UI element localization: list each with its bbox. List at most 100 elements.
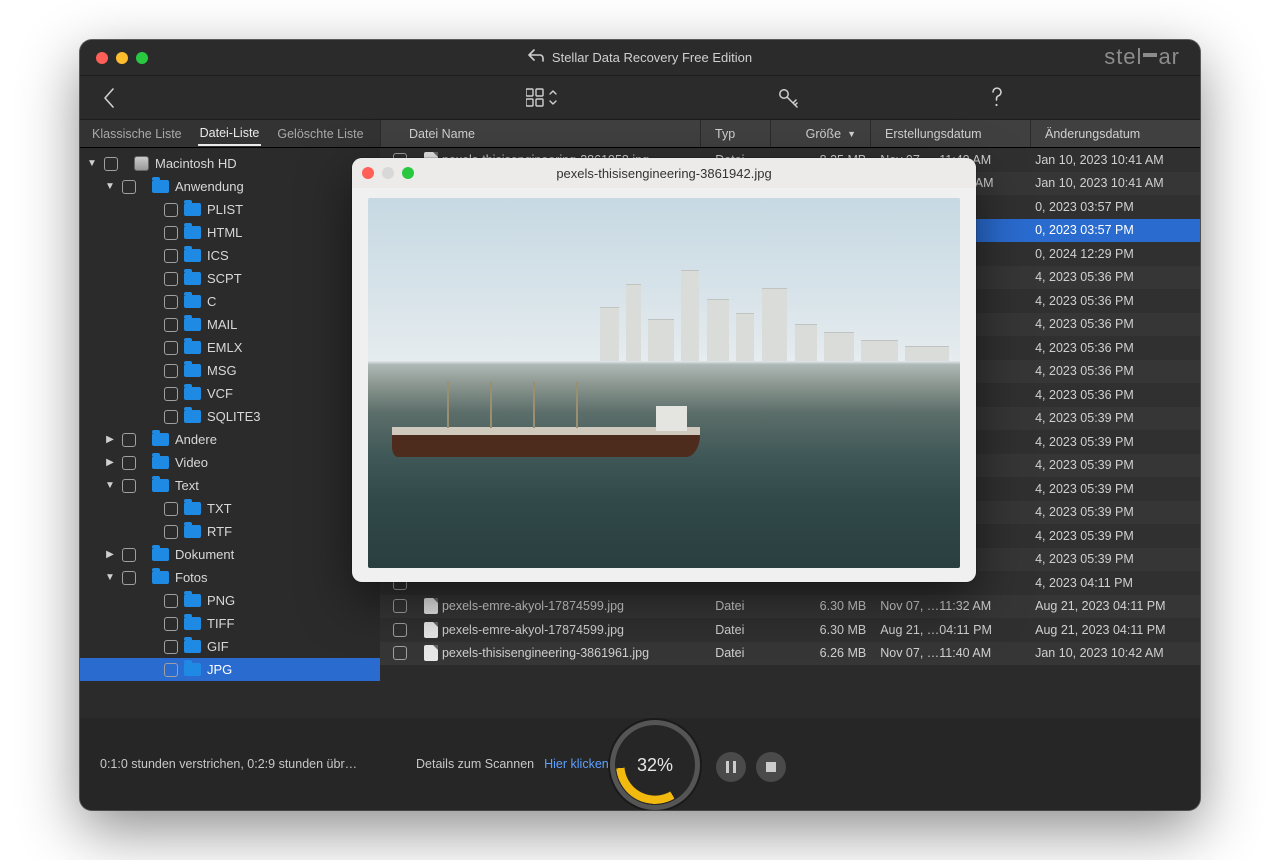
folder-icon [184,203,201,216]
column-header-type[interactable]: Typ [700,120,770,147]
scan-details: Details zum Scannen Hier klicken [416,757,609,771]
tree-checkbox[interactable] [122,571,136,585]
file-icon [424,598,438,614]
tree-checkbox[interactable] [164,272,178,286]
chevron-down-icon[interactable]: ▼ [104,181,116,192]
tree-node[interactable]: ▼Fotos [80,566,380,589]
column-header-modified[interactable]: Änderungsdatum [1030,120,1200,147]
tree-node[interactable]: PNG [80,589,380,612]
chevron-down-icon[interactable]: ▼ [104,480,116,491]
stop-scan-button[interactable] [756,752,786,782]
tree-node[interactable]: EMLX [80,336,380,359]
help-button[interactable] [990,87,1004,109]
tree-node[interactable]: MAIL [80,313,380,336]
tree-checkbox[interactable] [164,249,178,263]
file-modified-cell: 4, 2023 04:11 PM [1035,576,1200,590]
tree-checkbox[interactable] [164,617,178,631]
tree-checkbox[interactable] [104,157,118,171]
minimize-window-button[interactable] [116,52,128,64]
tree-checkbox[interactable] [164,387,178,401]
tree-checkbox[interactable] [122,548,136,562]
tree-checkbox[interactable] [164,502,178,516]
file-row[interactable]: pexels-emre-akyol-17874599.jpgDatei6.30 … [380,595,1200,619]
tree-node[interactable]: ICS [80,244,380,267]
pause-scan-button[interactable] [716,752,746,782]
chevron-right-icon[interactable]: ▶ [104,434,116,445]
tree-checkbox[interactable] [122,479,136,493]
traffic-lights [80,52,148,64]
preview-maximize-button[interactable] [402,167,414,179]
tab-deleted-list[interactable]: Gelöschte Liste [275,123,365,145]
tree-node[interactable]: PLIST [80,198,380,221]
tree-checkbox[interactable] [122,456,136,470]
tree-node-label: MAIL [207,317,237,332]
folder-icon [184,594,201,607]
file-row[interactable]: pexels-thisisengineering-3861961.jpgDate… [380,642,1200,666]
tree-node[interactable]: ▶Dokument [80,543,380,566]
preview-close-button[interactable] [362,167,374,179]
folder-icon [184,387,201,400]
chevron-right-icon[interactable]: ▶ [104,457,116,468]
tree-node[interactable]: ▼Macintosh HD [80,152,380,175]
tree-node[interactable]: HTML [80,221,380,244]
tree-checkbox[interactable] [164,663,178,677]
tree-node[interactable]: ▶Video [80,451,380,474]
file-modified-cell: 4, 2023 05:36 PM [1035,294,1200,308]
column-header-name[interactable]: Datei Name [380,120,700,147]
scan-details-link[interactable]: Hier klicken [544,757,609,771]
tree-checkbox[interactable] [164,410,178,424]
close-window-button[interactable] [96,52,108,64]
tree-node[interactable]: TIFF [80,612,380,635]
file-checkbox[interactable] [393,623,407,637]
file-size-cell: 6.26 MB [783,646,880,660]
preview-window[interactable]: pexels-thisisengineering-3861942.jpg [352,158,976,582]
tree-checkbox[interactable] [164,525,178,539]
column-header-created[interactable]: Erstellungsdatum [870,120,1030,147]
tree-node[interactable]: C [80,290,380,313]
chevron-right-icon[interactable]: ▶ [104,549,116,560]
tree-node[interactable]: RTF [80,520,380,543]
tree-node[interactable]: ▼Anwendung [80,175,380,198]
tab-file-list[interactable]: Datei-Liste [198,122,262,146]
tree-checkbox[interactable] [164,203,178,217]
sidebar-tree[interactable]: ▼Macintosh HD▼AnwendungPLISTHTMLICSSCPTC… [80,148,380,718]
tree-node-label: PNG [207,593,235,608]
back-button[interactable] [102,87,116,109]
file-checkbox[interactable] [393,646,407,660]
tree-checkbox[interactable] [164,640,178,654]
activation-key-button[interactable] [778,88,800,108]
chevron-down-icon[interactable]: ▼ [86,158,98,169]
tree-checkbox[interactable] [122,180,136,194]
maximize-window-button[interactable] [136,52,148,64]
view-mode-button[interactable] [526,88,558,108]
tree-node[interactable]: VCF [80,382,380,405]
folder-icon [184,410,201,423]
tree-checkbox[interactable] [164,226,178,240]
tree-node[interactable]: SCPT [80,267,380,290]
chevron-down-icon[interactable]: ▼ [104,572,116,583]
tree-checkbox[interactable] [122,433,136,447]
footer: 0:1:0 stunden verstrichen, 0:2:9 stunden… [80,718,1200,810]
app-title: Stellar Data Recovery Free Edition [552,50,752,65]
tree-checkbox[interactable] [164,364,178,378]
tab-classic-list[interactable]: Klassische Liste [90,123,184,145]
tree-node[interactable]: JPG [80,658,380,681]
tree-node[interactable]: SQLITE3 [80,405,380,428]
tree-checkbox[interactable] [164,341,178,355]
column-header-size[interactable]: Größe ▼ [770,120,870,147]
tree-node[interactable]: MSG [80,359,380,382]
tree-checkbox[interactable] [164,594,178,608]
preview-minimize-button[interactable] [382,167,394,179]
tree-checkbox[interactable] [164,318,178,332]
file-row[interactable]: pexels-emre-akyol-17874599.jpgDatei6.30 … [380,618,1200,642]
tree-node[interactable]: ▼Text [80,474,380,497]
tree-checkbox[interactable] [164,295,178,309]
titlebar: Stellar Data Recovery Free Edition stela… [80,40,1200,76]
file-checkbox[interactable] [393,599,407,613]
tree-node[interactable]: GIF [80,635,380,658]
scan-progress-percent: 32% [637,755,673,776]
file-modified-cell: 4, 2023 05:39 PM [1035,552,1200,566]
tree-node[interactable]: ▶Andere [80,428,380,451]
tree-node[interactable]: TXT [80,497,380,520]
brand-logo: stelar [1104,46,1180,68]
